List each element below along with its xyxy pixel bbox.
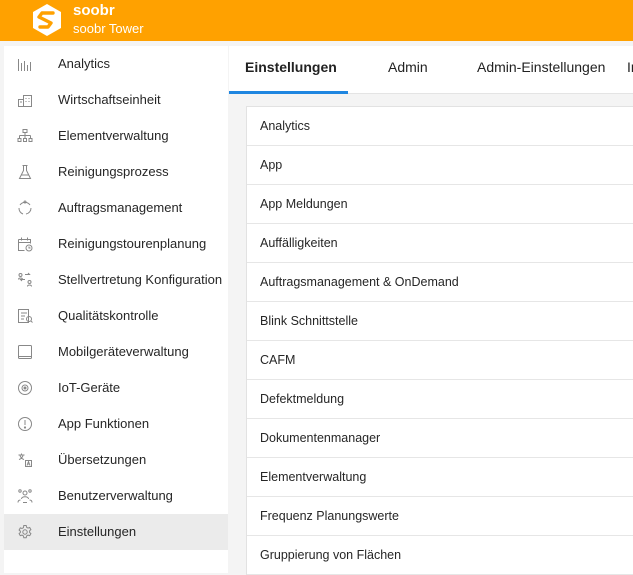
brand-name: soobr — [73, 2, 115, 19]
sensor-icon — [17, 380, 33, 396]
settings-item-label: Defektmeldung — [260, 392, 345, 406]
sidebar-item-qualitaetskontrolle[interactable]: Qualitätskontrolle — [4, 298, 228, 334]
sidebar-item-uebersetzungen[interactable]: Übersetzungen — [4, 442, 228, 478]
sidebar-item-label: Analytics — [58, 56, 111, 71]
sidebar: Analytics Wirtschaftseinheit Elementverw… — [4, 46, 228, 573]
settings-item-label: Auffälligkeiten — [260, 236, 338, 250]
sidebar-item-benutzerverwaltung[interactable]: Benutzerverwaltung — [4, 478, 228, 514]
settings-item-label: App Meldungen — [260, 197, 348, 211]
sidebar-item-stellvertretung[interactable]: Stellvertretung Konfiguration — [4, 262, 228, 298]
settings-item-label: Elementverwaltung — [260, 470, 367, 484]
info-icon — [17, 416, 33, 432]
settings-list: Analytics App App Meldungen Auffälligkei… — [246, 106, 633, 575]
settings-item-label: Frequenz Planungswerte — [260, 509, 399, 523]
tab-overflow[interactable]: In — [627, 46, 633, 93]
sidebar-item-reinigungsprozess[interactable]: Reinigungsprozess — [4, 154, 228, 190]
tab-einstellungen[interactable]: Einstellungen — [245, 46, 337, 93]
settings-item-analytics[interactable]: Analytics — [247, 107, 633, 146]
settings-item-auffaelligkeiten[interactable]: Auffälligkeiten — [247, 224, 633, 263]
sidebar-item-label: Benutzerverwaltung — [58, 488, 173, 503]
sidebar-item-analytics[interactable]: Analytics — [4, 46, 228, 82]
sidebar-item-label: Wirtschaftseinheit — [58, 92, 161, 107]
sidebar-item-label: Übersetzungen — [58, 452, 147, 467]
sidebar-item-label: Elementverwaltung — [58, 128, 169, 143]
sidebar-item-label: Qualitätskontrolle — [58, 308, 159, 323]
settings-item-label: Gruppierung von Flächen — [260, 548, 402, 562]
settings-item-defektmeldung[interactable]: Defektmeldung — [247, 380, 633, 419]
building-icon — [17, 92, 33, 108]
sidebar-item-wirtschaftseinheit[interactable]: Wirtschaftseinheit — [4, 82, 228, 118]
checklist-icon — [17, 308, 33, 324]
bar-chart-icon — [17, 56, 33, 72]
flask-icon — [17, 164, 33, 180]
sidebar-item-elementverwaltung[interactable]: Elementverwaltung — [4, 118, 228, 154]
sidebar-item-label: Stellvertretung Konfiguration — [58, 272, 223, 287]
soobr-logo-icon[interactable] — [30, 3, 64, 37]
settings-item-label: App — [260, 158, 283, 172]
calendar-clock-icon — [17, 236, 33, 252]
sidebar-item-label: Mobilgeräteverwaltung — [58, 344, 189, 359]
settings-item-cafm[interactable]: CAFM — [247, 341, 633, 380]
top-bar: soobr soobr Tower — [0, 0, 633, 41]
cycle-icon — [17, 200, 33, 216]
settings-item-label: Auftragsmanagement & OnDemand — [260, 275, 459, 289]
hierarchy-icon — [17, 128, 33, 144]
settings-item-label: Dokumentenmanager — [260, 431, 381, 445]
settings-item-label: CAFM — [260, 353, 296, 367]
sidebar-item-label: Reinigungstourenplanung — [58, 236, 207, 251]
settings-item-label: Blink Schnittstelle — [260, 314, 358, 328]
swap-icon — [17, 272, 33, 288]
sidebar-item-label: Auftragsmanagement — [58, 200, 183, 215]
tablet-icon — [17, 344, 33, 360]
sidebar-item-app-funktionen[interactable]: App Funktionen — [4, 406, 228, 442]
settings-item-elementverwaltung[interactable]: Elementverwaltung — [247, 458, 633, 497]
gear-icon — [17, 524, 33, 540]
settings-item-label: Analytics — [260, 119, 311, 133]
settings-item-dokumentenmanager[interactable]: Dokumentenmanager — [247, 419, 633, 458]
sidebar-item-iot-geraete[interactable]: IoT-Geräte — [4, 370, 228, 406]
settings-item-blink-schnittstelle[interactable]: Blink Schnittstelle — [247, 302, 633, 341]
settings-item-gruppierung[interactable]: Gruppierung von Flächen — [247, 536, 633, 575]
tab-admin-einstellungen[interactable]: Admin-Einstellungen — [477, 46, 605, 93]
tab-bar: Einstellungen Admin Admin-Einstellungen … — [229, 46, 633, 94]
translate-icon — [17, 452, 33, 468]
users-icon — [17, 488, 33, 504]
sidebar-item-mobilgeraeteverwaltung[interactable]: Mobilgeräteverwaltung — [4, 334, 228, 370]
settings-item-auftragsmanagement[interactable]: Auftragsmanagement & OnDemand — [247, 263, 633, 302]
active-tab-indicator — [229, 91, 348, 94]
main-content: Einstellungen Admin Admin-Einstellungen … — [229, 46, 633, 575]
brand-subtitle: soobr Tower — [73, 21, 144, 36]
settings-item-app[interactable]: App — [247, 146, 633, 185]
sidebar-item-label: IoT-Geräte — [58, 380, 121, 395]
sidebar-item-label: App Funktionen — [58, 416, 150, 431]
sidebar-item-auftragsmanagement[interactable]: Auftragsmanagement — [4, 190, 228, 226]
settings-item-frequenz-planungswerte[interactable]: Frequenz Planungswerte — [247, 497, 633, 536]
sidebar-item-label: Einstellungen — [58, 524, 137, 539]
settings-item-app-meldungen[interactable]: App Meldungen — [247, 185, 633, 224]
sidebar-item-label: Reinigungsprozess — [58, 164, 169, 179]
sidebar-item-einstellungen[interactable]: Einstellungen — [4, 514, 228, 550]
sidebar-item-reinigungstourenplanung[interactable]: Reinigungstourenplanung — [4, 226, 228, 262]
tab-admin[interactable]: Admin — [388, 46, 428, 93]
